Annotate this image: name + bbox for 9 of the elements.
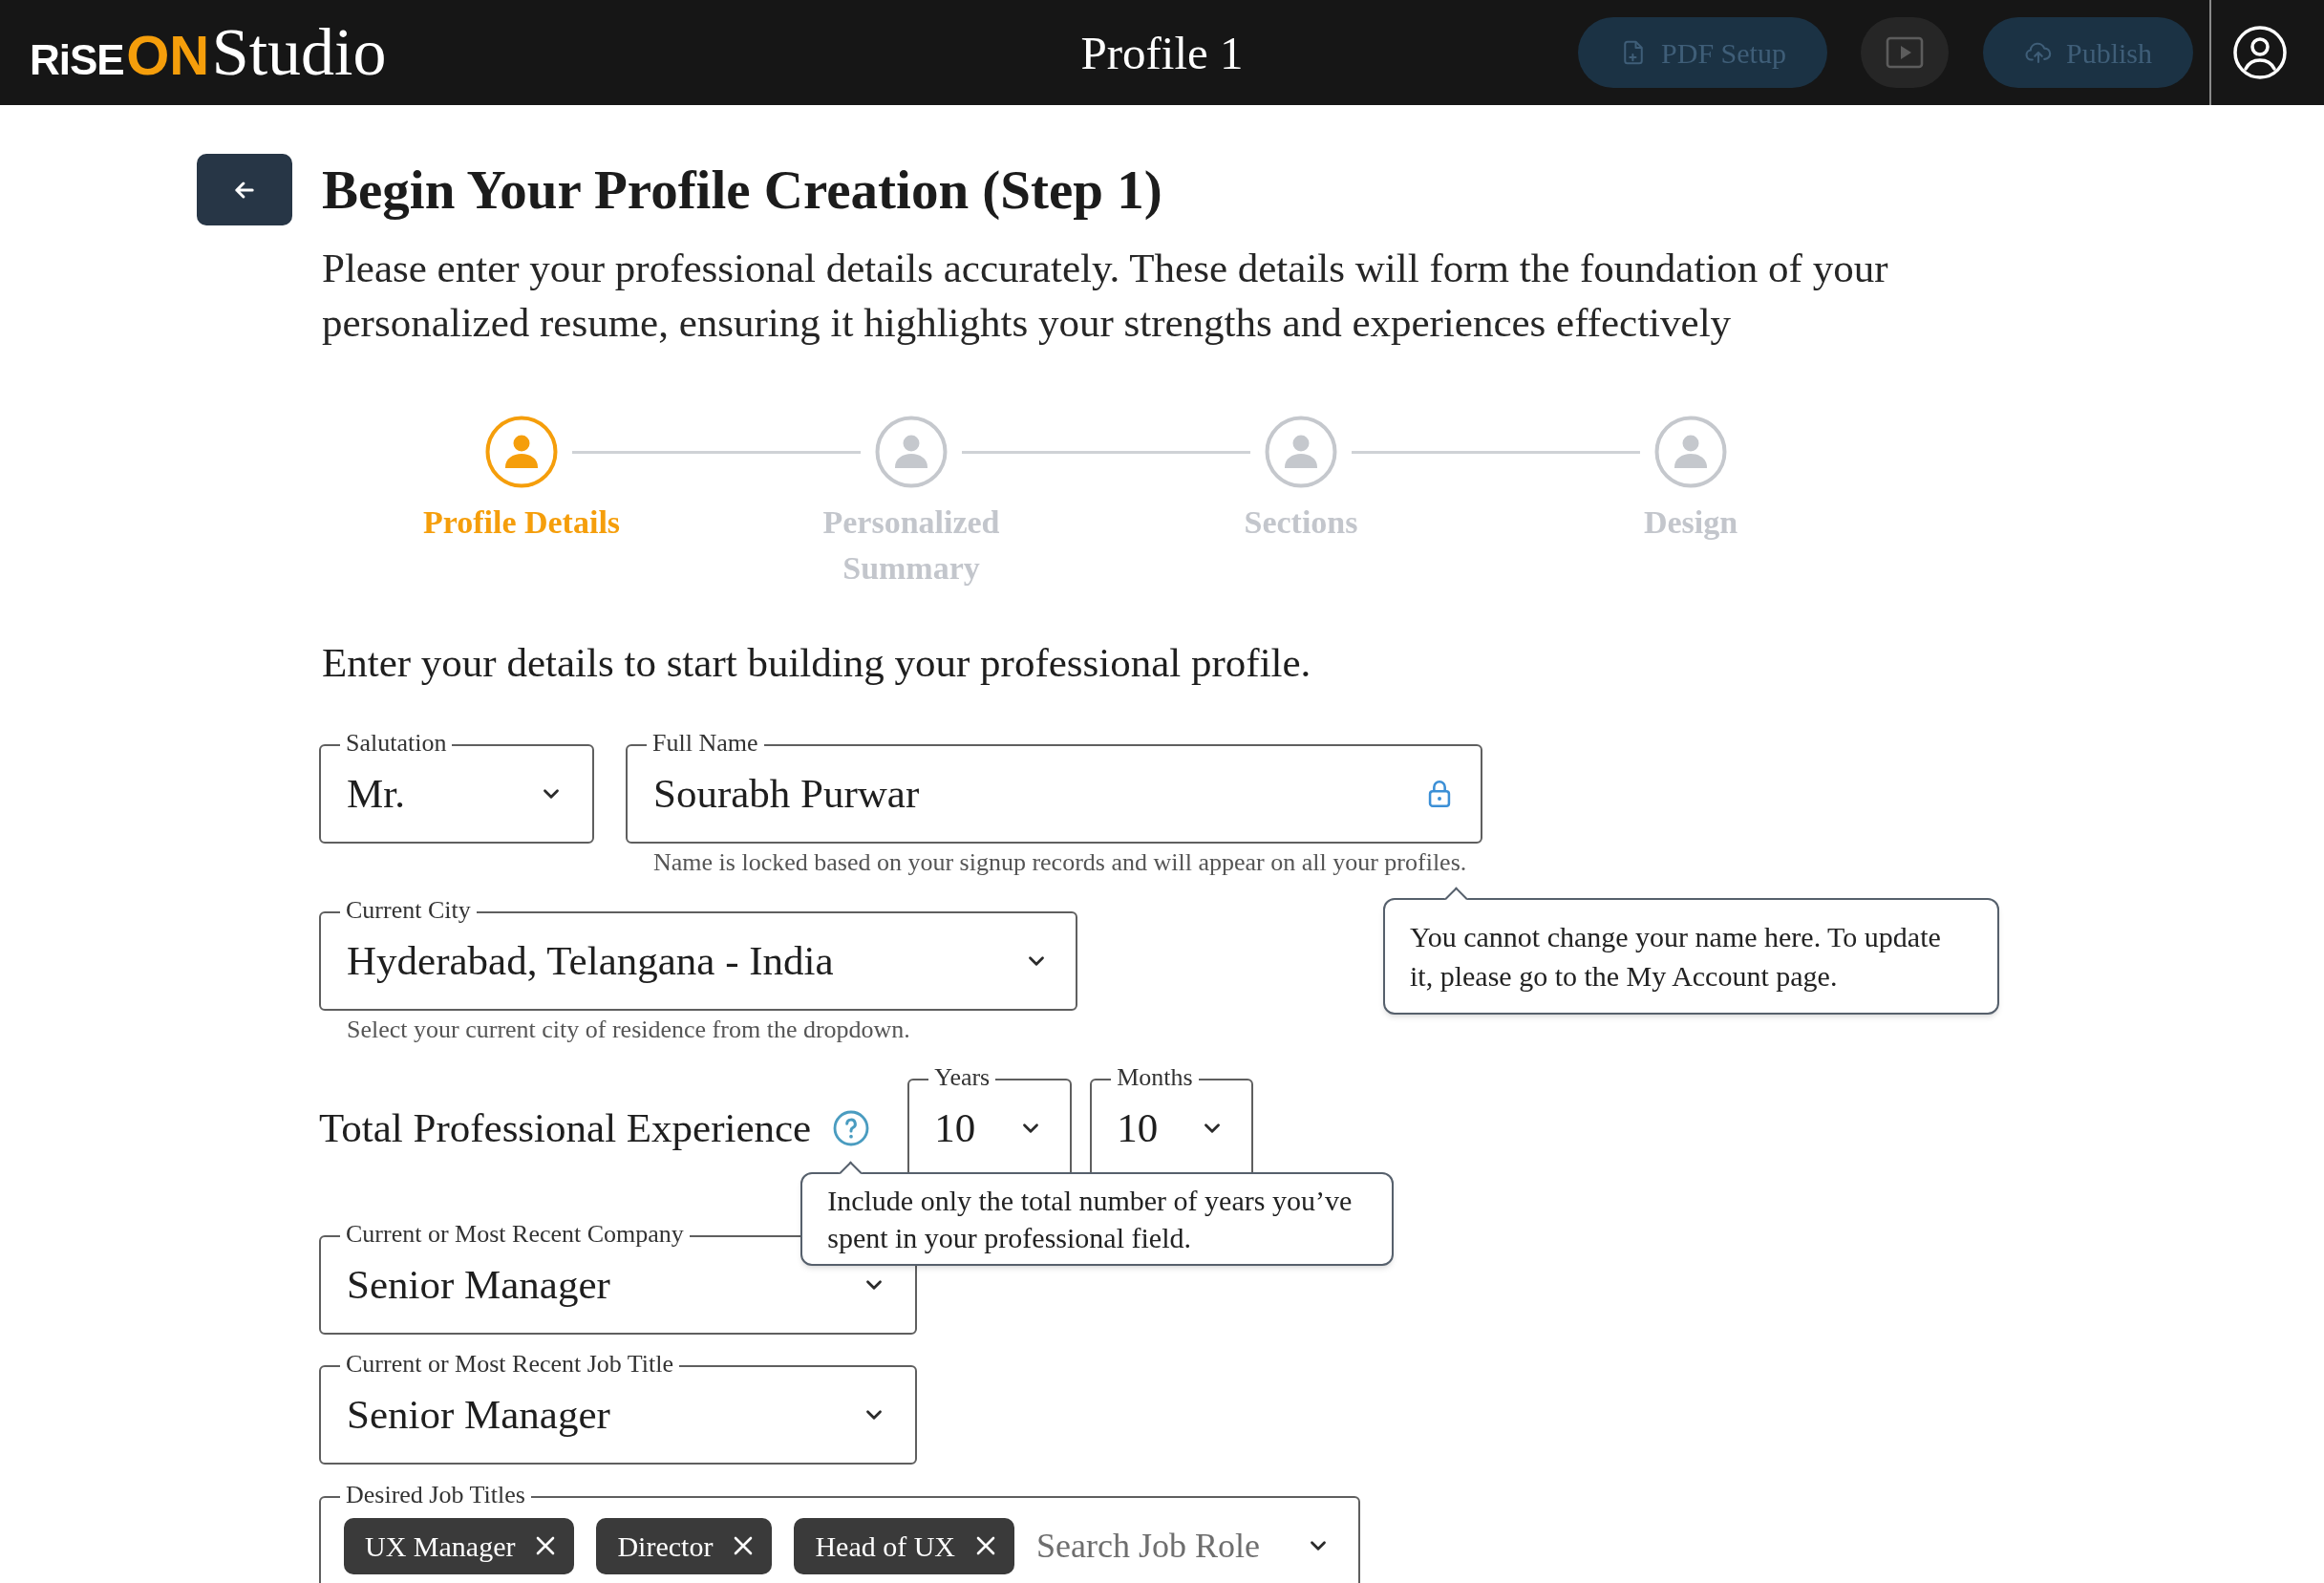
page-description: Please enter your professional details accurately. These details will form the foundation of your personalized resume, ensuring it highlights your strengths and experiences effectively (322, 245, 1889, 347)
app-logo: RiSEONStudio (30, 19, 387, 86)
helper-text: Select your current city of residence from the dropdown. (347, 1016, 911, 1044)
helper-text: Name is locked based on your signup records and will appear on all your profiles. (653, 848, 1468, 877)
tooltip: You cannot change your name here. To update it, please go to the My Account page. (1383, 887, 1999, 1015)
page-title: Begin Your Profile Creation (Step 1) (322, 158, 1162, 222)
section-heading: Enter your details to start building your professional profile. (322, 639, 1312, 687)
section-label: Total Professional Experience (319, 1104, 812, 1152)
document-title: Profile 1 (1080, 29, 1244, 76)
